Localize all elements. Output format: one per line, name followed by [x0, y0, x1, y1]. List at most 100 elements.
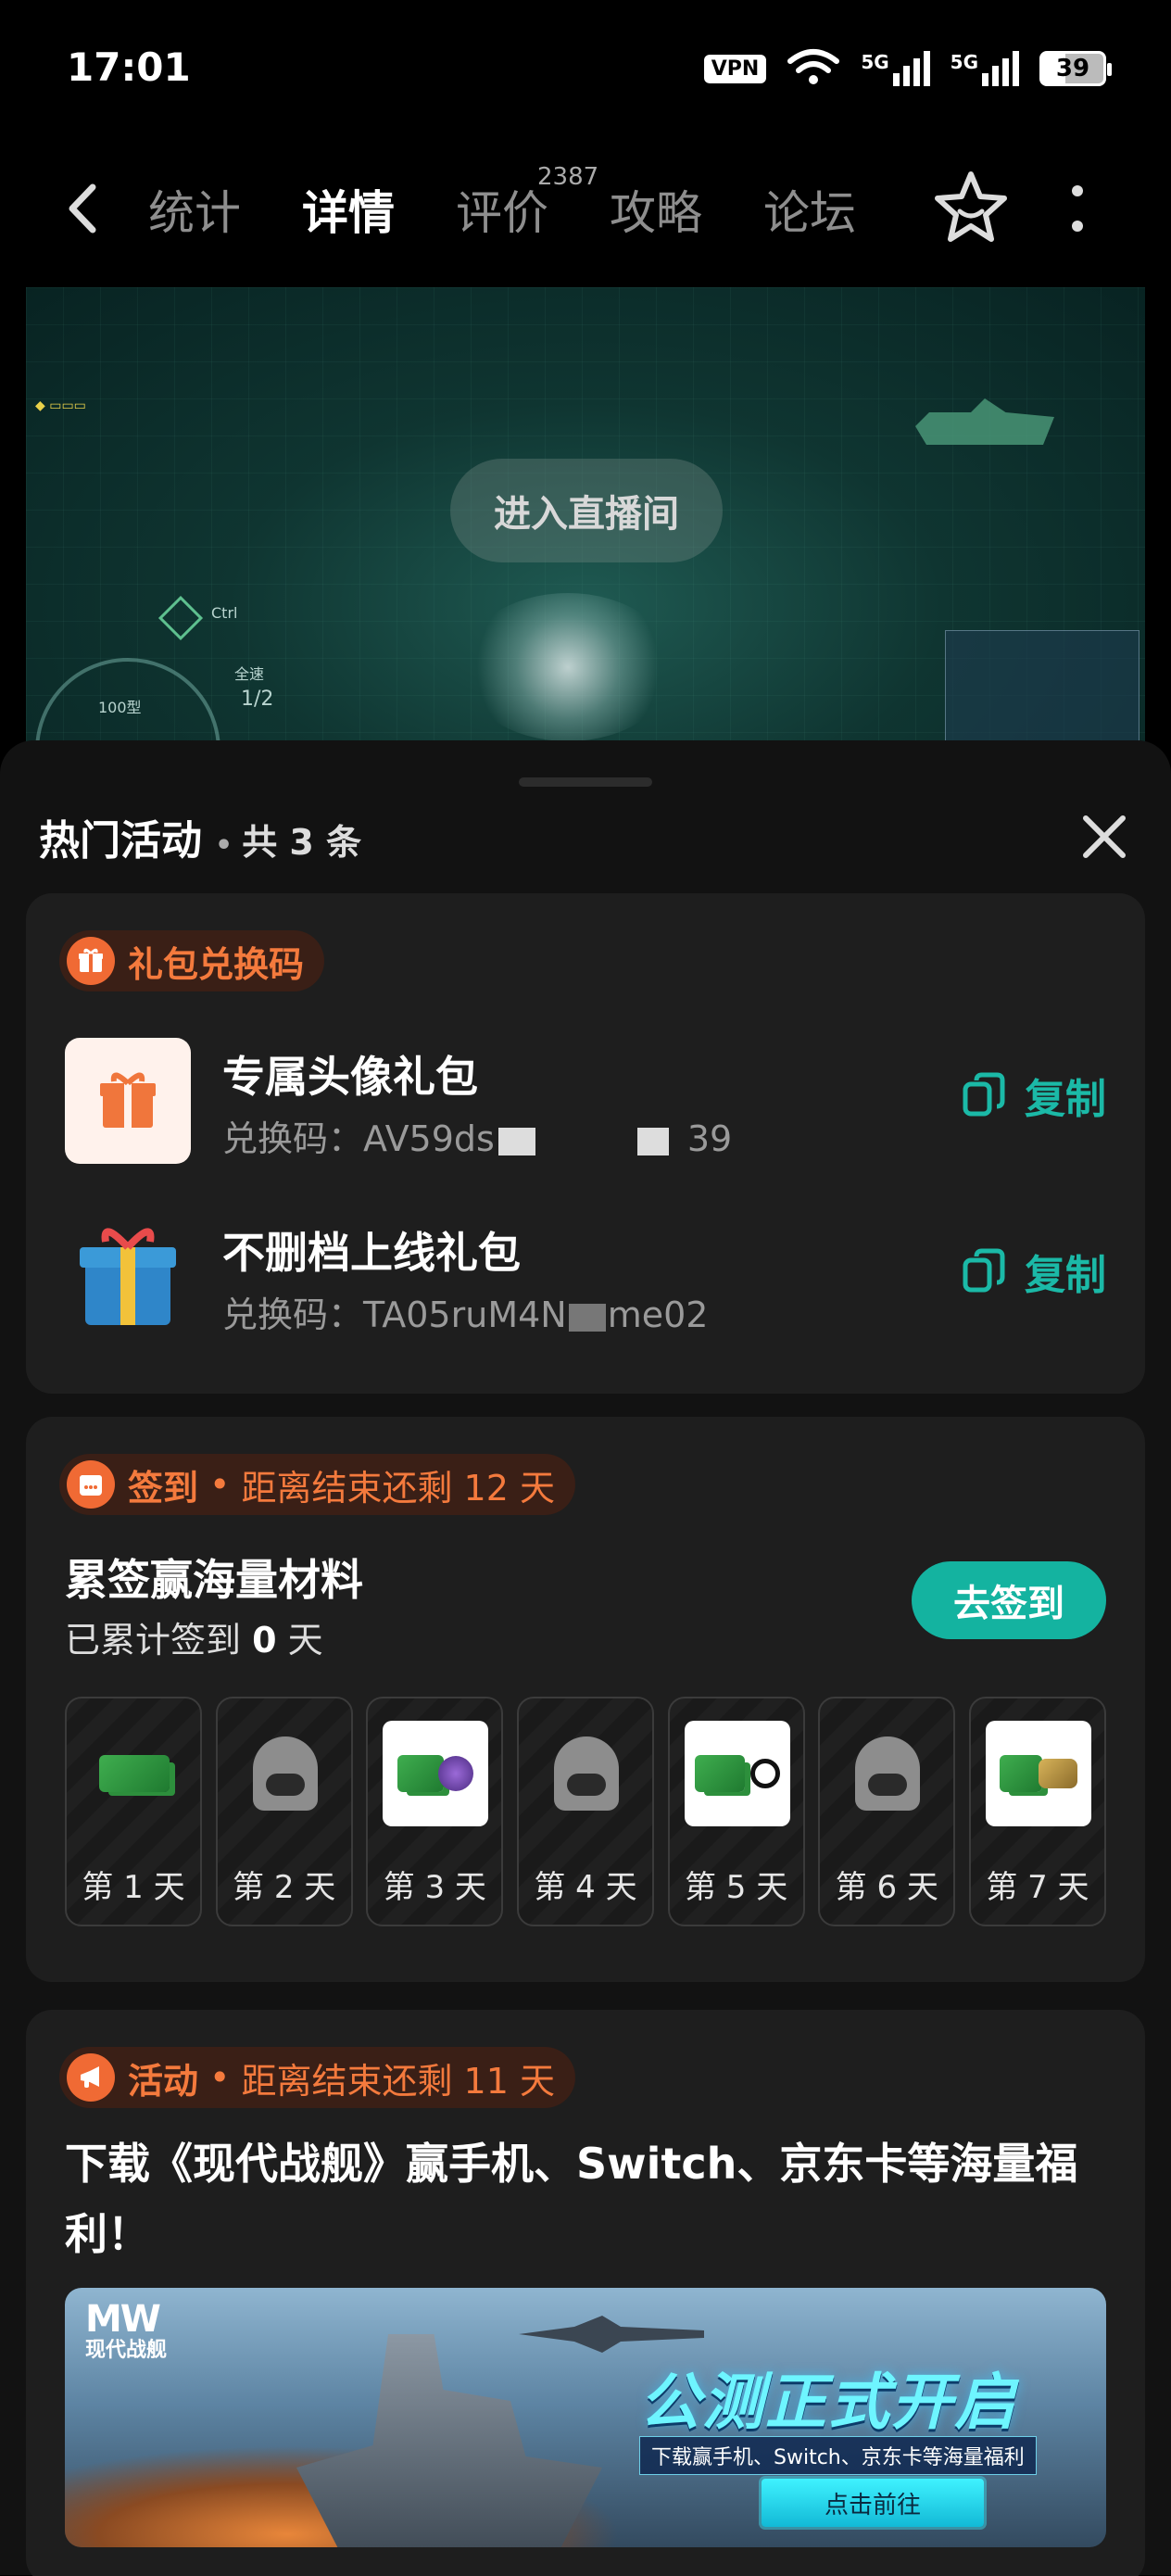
signin-day[interactable]: 第 3 天 — [366, 1697, 504, 1926]
status-icons: VPN 5G 5G 39 — [703, 48, 1112, 89]
promo-tag-label: 活动 — [128, 2060, 199, 2102]
calendar-icon — [67, 1460, 115, 1509]
sheet-header: 热门活动 • 共 3 条 — [39, 807, 361, 866]
live-video-preview[interactable]: ◆ ▭▭▭ Ctrl 100型 1/2 全速 进入直播间 — [26, 287, 1145, 741]
top-nav: 统计 详情 评价 攻略 论坛 2387 — [0, 139, 1171, 287]
locked-ghost-icon — [233, 1721, 338, 1826]
separator-dot: • — [209, 2057, 231, 2098]
signin-title: 累签赢海量材料 — [65, 1555, 363, 1605]
locked-ghost-icon — [835, 1721, 940, 1826]
tab-reviews[interactable]: 评价 — [456, 176, 548, 250]
enter-live-button[interactable]: 进入直播间 — [450, 459, 723, 562]
signal-5g-icon: 5G — [861, 51, 930, 86]
green-purple-bundle-icon — [383, 1721, 489, 1826]
favorite-star-icon[interactable] — [932, 167, 1010, 245]
locked-ghost-icon — [534, 1721, 639, 1826]
gift-code-card: 礼包兑换码 专属头像礼包 兑换码：AV59ds 39 复制 不删档上线礼包 兑换码… — [26, 893, 1145, 1394]
separator-dot: • — [209, 1464, 231, 1505]
tab-guides[interactable]: 攻略 — [610, 176, 702, 250]
promo-remaining: 距离结束还剩 11 天 — [241, 2060, 555, 2102]
banner-tagline: 下载赢手机、Switch、京东卡等海量福利 — [639, 2436, 1037, 2475]
promo-tag: 活动 • 距离结束还剩 11 天 — [59, 2047, 575, 2108]
hud-full-label: 全速 — [234, 665, 265, 683]
activity-count: 共 3 条 — [242, 822, 362, 863]
gift-code-tag: 礼包兑换码 — [59, 930, 325, 991]
game-logo: MW 现代战舰 — [85, 2301, 167, 2364]
gift-package-icon — [65, 1214, 191, 1340]
signin-day[interactable]: 第 7 天 — [968, 1697, 1106, 1926]
gift-code-prefix: 兑换码：AV59ds — [222, 1118, 495, 1159]
gift-name: 专属头像礼包 — [222, 1052, 478, 1102]
gift-code-suffix: me02 — [607, 1294, 709, 1335]
hud-fraction-label: 1/2 — [241, 688, 274, 711]
banner-warship-image — [296, 2334, 602, 2547]
signin-day[interactable]: 第 4 天 — [516, 1697, 654, 1926]
signin-tag-label: 签到 — [128, 1467, 199, 1509]
redacted-block — [568, 1303, 606, 1332]
close-icon[interactable] — [1077, 809, 1132, 865]
copy-button[interactable]: 复制 — [960, 1242, 1106, 1301]
signin-button[interactable]: 去签到 — [912, 1561, 1106, 1639]
gift-code-prefix: 兑换码：TA05ruM4N — [222, 1294, 567, 1335]
gift-item: 不删档上线礼包 兑换码：TA05ruM4N me02 复制 — [65, 1214, 1106, 1344]
day-label: 第 7 天 — [986, 1869, 1089, 1906]
game-logo-mark: MW — [85, 2298, 161, 2341]
vpn-icon: VPN — [703, 54, 767, 83]
banner-cta-button[interactable]: 点击前往 — [762, 2479, 984, 2527]
tab-bar: 统计 详情 评价 攻略 论坛 — [148, 176, 917, 250]
banner-headline: 公测正式开启 — [639, 2367, 1017, 2438]
redacted-block — [497, 1127, 535, 1155]
signin-day[interactable]: 第 5 天 — [667, 1697, 805, 1926]
gift-item: 专属头像礼包 兑换码：AV59ds 39 复制 — [65, 1038, 1106, 1168]
signal-5g-icon-2: 5G — [951, 51, 1019, 86]
tab-forum[interactable]: 论坛 — [763, 176, 856, 250]
more-menu-icon[interactable] — [1064, 185, 1091, 232]
gift-code-suffix: 39 — [686, 1118, 733, 1159]
gift-code: 兑换码：TA05ruM4N me02 — [222, 1286, 708, 1337]
copy-icon — [963, 1248, 1005, 1293]
signin-progress-prefix: 已累计签到 — [65, 1620, 253, 1661]
signin-tag: 签到 • 距离结束还剩 12 天 — [59, 1454, 575, 1515]
back-icon[interactable] — [56, 176, 111, 241]
game-logo-text: 现代战舰 — [85, 2339, 168, 2362]
hud-ctrl-label: Ctrl — [211, 604, 238, 622]
tab-stats[interactable]: 统计 — [148, 176, 241, 250]
day-label: 第 5 天 — [685, 1869, 788, 1906]
battery-icon: 39 — [1039, 51, 1112, 86]
gift-code: 兑换码：AV59ds 39 — [222, 1110, 732, 1161]
copy-button[interactable]: 复制 — [960, 1066, 1106, 1125]
signin-progress-value: 0 — [252, 1620, 277, 1661]
separator-dot: • — [215, 829, 233, 862]
gift-name: 不删档上线礼包 — [222, 1228, 521, 1278]
sheet-drag-handle[interactable] — [519, 777, 652, 787]
status-time: 17:01 — [67, 44, 191, 90]
promo-banner[interactable]: MW 现代战舰 公测正式开启 下载赢手机、Switch、京东卡等海量福利 点击前… — [65, 2288, 1106, 2547]
signin-progress-suffix: 天 — [276, 1620, 323, 1661]
copy-label: 复制 — [1025, 1252, 1106, 1299]
signin-day[interactable]: 第 2 天 — [215, 1697, 353, 1926]
tab-details-label: 详情 — [302, 186, 395, 240]
activities-sheet: 热门活动 • 共 3 条 礼包兑换码 专属头像礼包 兑换码：AV59ds 39 复… — [0, 740, 1171, 2576]
signin-remaining: 距离结束还剩 12 天 — [241, 1467, 555, 1509]
day-label: 第 3 天 — [383, 1869, 486, 1906]
megaphone-icon — [67, 2053, 115, 2102]
tab-details[interactable]: 详情 — [298, 176, 398, 250]
gift-tag-icon — [67, 937, 115, 985]
day-label: 第 2 天 — [233, 1869, 336, 1906]
signin-card: 签到 • 距离结束还剩 12 天 累签赢海量材料 已累计签到 0 天 去签到 第… — [26, 1417, 1145, 1982]
signin-days: 第 1 天 第 2 天 第 3 天 第 4 天 第 5 天 第 6 天 第 7 … — [65, 1697, 1106, 1926]
copy-icon — [963, 1072, 1005, 1117]
wifi-icon — [787, 49, 840, 84]
green-bundle-icon — [82, 1721, 187, 1826]
signin-day[interactable]: 第 1 天 — [65, 1697, 202, 1926]
signin-day[interactable]: 第 6 天 — [818, 1697, 956, 1926]
promo-title[interactable]: 下载《现代战舰》赢手机、Switch、京东卡等海量福利！ — [65, 2128, 1106, 2269]
sheet-title: 热门活动 — [39, 817, 202, 865]
hud-chip: ◆ ▭▭▭ — [35, 398, 86, 413]
minimap — [945, 630, 1140, 741]
signin-progress: 已累计签到 0 天 — [65, 1611, 323, 1662]
banner-jet-image — [519, 2316, 704, 2353]
promo-card: 活动 • 距离结束还剩 11 天 下载《现代战舰》赢手机、Switch、京东卡等… — [26, 2010, 1145, 2576]
review-count-badge: 2387 — [537, 163, 599, 191]
status-bar: 17:01 VPN 5G 5G 39 — [0, 0, 1171, 139]
